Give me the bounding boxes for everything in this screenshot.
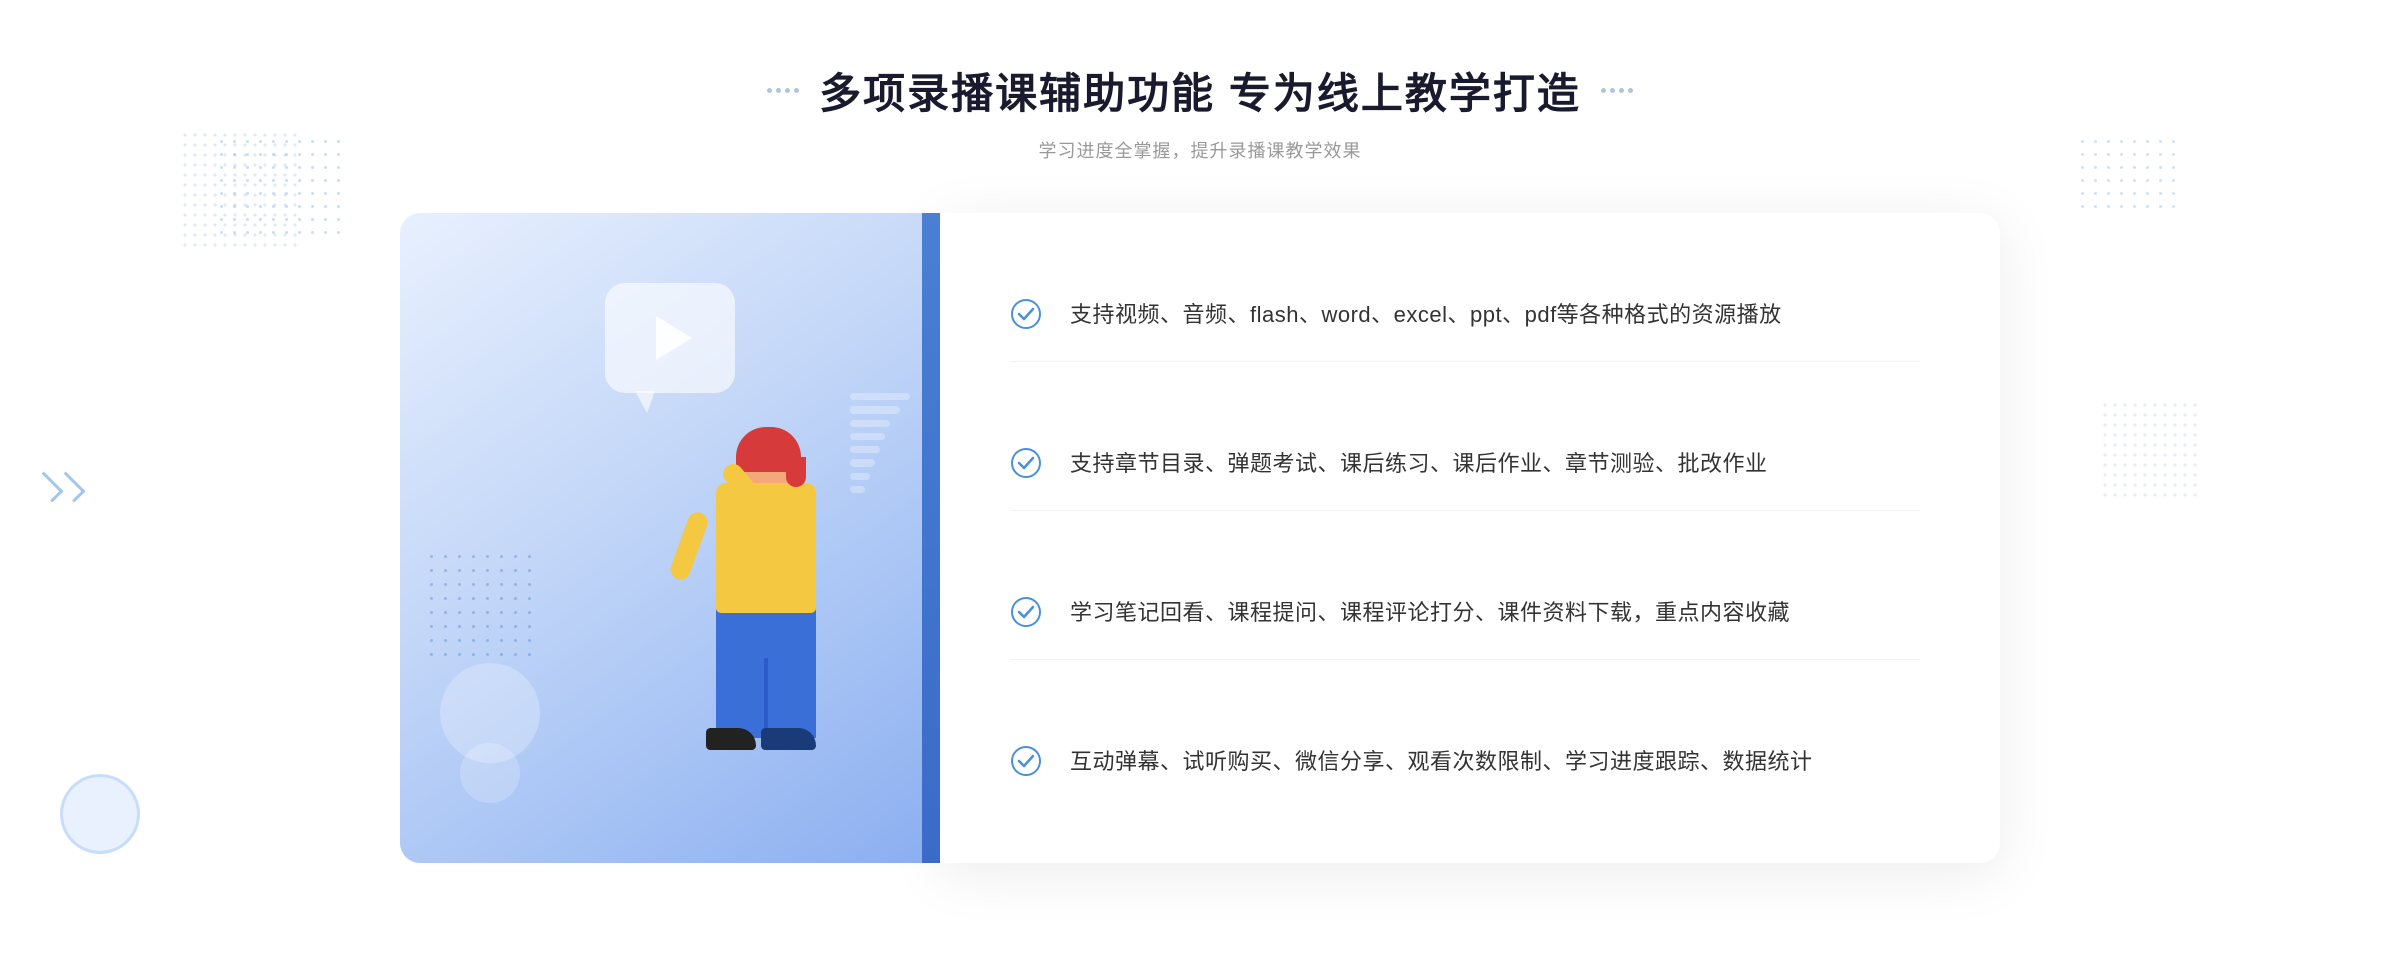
deco-circle-small [460, 743, 520, 803]
feature-text-1: 支持视频、音频、flash、word、excel、ppt、pdf等各种格式的资源… [1070, 296, 1782, 333]
person-hair [736, 427, 801, 472]
panel-dot-grid: (function(){ const c = document.currentS… [430, 555, 538, 663]
check-icon-4 [1010, 745, 1042, 777]
page-subtitle: 学习进度全掌握，提升录播课教学效果 [0, 137, 2400, 163]
left-chevron-decoration [40, 473, 78, 501]
decorative-circle-bottom-left [60, 774, 140, 854]
person-arm-left [668, 510, 711, 583]
features-panel: 支持视频、音频、flash、word、excel、ppt、pdf等各种格式的资源… [940, 213, 2000, 863]
play-icon [656, 316, 692, 360]
feature-item-1: 支持视频、音频、flash、word、excel、ppt、pdf等各种格式的资源… [1010, 268, 1920, 362]
decorative-dots-right [1601, 88, 1633, 93]
blue-accent-bar [922, 213, 940, 863]
feature-text-2: 支持章节目录、弹题考试、课后练习、课后作业、章节测验、批改作业 [1070, 445, 1768, 482]
person-illustration [586, 413, 866, 863]
check-icon-1 [1010, 298, 1042, 330]
content-area: (function(){ const c = document.currentS… [400, 213, 2000, 863]
feature-text-3: 学习笔记回看、课程提问、课程评论打分、课件资料下载，重点内容收藏 [1070, 594, 1790, 631]
chevron-icon-2 [54, 471, 85, 502]
illustration-panel: (function(){ const c = document.currentS… [400, 213, 940, 863]
check-icon-3 [1010, 596, 1042, 628]
header-section: 多项录播课辅助功能 专为线上教学打造 学习进度全掌握，提升录播课教学效果 [0, 60, 2400, 163]
decorative-dots-left [767, 88, 799, 93]
person-pants [716, 598, 816, 738]
person-shoe-left [706, 728, 756, 750]
feature-item-2: 支持章节目录、弹题考试、课后练习、课后作业、章节测验、批改作业 [1010, 417, 1920, 511]
title-row: 多项录播课辅助功能 专为线上教学打造 [0, 60, 2400, 121]
feature-item-4: 互动弹幕、试听购买、微信分享、观看次数限制、学习进度跟踪、数据统计 [1010, 715, 1920, 808]
feature-text-4: 互动弹幕、试听购买、微信分享、观看次数限制、学习进度跟踪、数据统计 [1070, 743, 1813, 780]
play-bubble [605, 283, 735, 393]
person-shoe-right [761, 728, 816, 750]
page-title: 多项录播课辅助功能 专为线上教学打造 [819, 60, 1581, 121]
check-icon-2 [1010, 447, 1042, 479]
feature-item-3: 学习笔记回看、课程提问、课程评论打分、课件资料下载，重点内容收藏 [1010, 566, 1920, 660]
